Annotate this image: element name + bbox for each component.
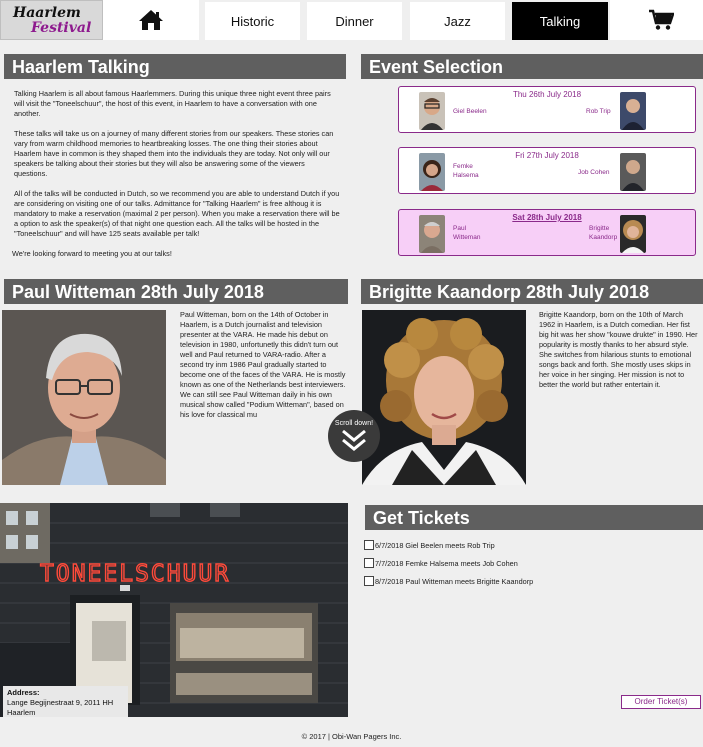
intro-body: Talking Haarlem is all about famous Haar…: [12, 89, 340, 269]
intro-paragraph-2: These talks will take us on a journey of…: [14, 129, 334, 178]
logo-line-2: Festival: [31, 20, 92, 36]
double-chevron-down-icon: [342, 429, 366, 451]
speaker-photo: [620, 92, 646, 130]
get-tickets-panel: Get Tickets 6/7/2018 Giel Beelen meets R…: [358, 503, 703, 717]
ticket-label: 7/7/2018 Femke Halsema meets Job Cohen: [375, 558, 518, 568]
ticket-label: 8/7/2018 Paul Witteman meets Brigitte Ka…: [375, 576, 534, 586]
shopping-cart-icon: [649, 9, 674, 30]
toneelschuur-venue-image: TONEELSCHUUR: [0, 503, 348, 717]
speaker-photo: [620, 215, 646, 253]
ticket-option-1[interactable]: 6/7/2018 Giel Beelen meets Rob Trip: [364, 540, 495, 550]
brigitte-kaandorp-photo: [362, 310, 526, 485]
nav-talking[interactable]: Talking: [512, 2, 608, 40]
ticket-option-3[interactable]: 8/7/2018 Paul Witteman meets Brigitte Ka…: [364, 576, 533, 586]
event-card-sat-selected[interactable]: Sat 28th July 2018 Paul Witteman Brigitte…: [398, 209, 696, 256]
tickets-title: Get Tickets: [365, 505, 703, 530]
address-value: Lange Begijnestraat 9, 2011 HH Haarlem: [7, 698, 114, 717]
intro-paragraph-1: Talking Haarlem is all about famous Haar…: [14, 89, 331, 118]
nav-home-button[interactable]: [103, 0, 199, 40]
ticket-checkbox[interactable]: [364, 558, 374, 568]
order-tickets-button[interactable]: Order Ticket(s): [621, 695, 701, 709]
event-selection-title: Event Selection: [361, 54, 703, 79]
page: Haarlem Festival Historic Dinner Jazz Ta…: [0, 0, 703, 747]
venue-photo-panel: TONEELSCHUUR Address: Lange Begijnestraa…: [0, 503, 348, 717]
paul-witteman-panel: Paul Witteman 28th July 2018 Paul Wittem…: [2, 277, 350, 487]
event-speaker-left: Femke Halsema: [453, 163, 479, 179]
nav-cart-button[interactable]: [610, 0, 703, 40]
footer-copyright: © 2017 | Obi-Wan Pagers Inc.: [301, 732, 402, 741]
paul-title: Paul Witteman 28th July 2018: [4, 279, 348, 304]
paul-witteman-photo: [2, 310, 166, 485]
intro-panel: Haarlem Talking Talking Haarlem is all a…: [2, 52, 348, 274]
speaker-photo: [419, 215, 445, 253]
nav-historic[interactable]: Historic: [205, 2, 300, 40]
brigitte-kaandorp-panel: Brigitte Kaandorp 28th July 2018 Brigitt…: [358, 277, 703, 487]
nav-jazz[interactable]: Jazz: [410, 2, 505, 40]
intro-paragraph-4: We're looking forward to meeting you at …: [12, 249, 172, 258]
event-selection-panel: Event Selection Thu 26th July 2018 Giel …: [358, 52, 703, 274]
speaker-photo: [419, 92, 445, 130]
logo-line-1: Haarlem: [13, 5, 81, 21]
speaker-photo: [620, 153, 646, 191]
ticket-option-2[interactable]: 7/7/2018 Femke Halsema meets Job Cohen: [364, 558, 518, 568]
event-speaker-left: Paul Witteman: [453, 225, 481, 241]
ticket-checkbox[interactable]: [364, 540, 374, 550]
address-label: Address:: [7, 688, 40, 697]
event-card-thu[interactable]: Thu 26th July 2018 Giel Beelen Rob Trip: [398, 86, 696, 133]
brigitte-title: Brigitte Kaandorp 28th July 2018: [361, 279, 703, 304]
event-card-fri[interactable]: Fri 27th July 2018 Femke Halsema Job Cohe…: [398, 147, 696, 194]
speaker-photo: [419, 153, 445, 191]
brigitte-bio: Brigitte Kaandorp, born on the 10th of M…: [539, 310, 698, 389]
event-speaker-right: Brigitte Kaandorp: [589, 225, 618, 241]
event-speaker-right: Job Cohen: [578, 169, 610, 176]
venue-address: Address: Lange Begijnestraat 9, 2011 HH …: [3, 686, 128, 717]
venue-sign: TONEELSCHUUR: [40, 561, 230, 587]
intro-paragraph-3: All of the talks will be conducted in Du…: [14, 189, 340, 238]
event-speaker-left: Giel Beelen: [453, 108, 487, 115]
ticket-checkbox[interactable]: [364, 576, 374, 586]
paul-bio: Paul Witteman, born on the 14th of Octob…: [180, 310, 346, 419]
ticket-label: 6/7/2018 Giel Beelen meets Rob Trip: [375, 540, 495, 550]
home-icon: [139, 10, 163, 30]
scroll-down-button[interactable]: Scroll down!: [328, 410, 380, 462]
festival-logo[interactable]: Haarlem Festival: [0, 0, 103, 40]
event-speaker-right: Rob Trip: [586, 108, 611, 115]
scroll-down-label: Scroll down!: [334, 420, 374, 427]
nav-dinner[interactable]: Dinner: [307, 2, 402, 40]
intro-title: Haarlem Talking: [4, 54, 346, 79]
